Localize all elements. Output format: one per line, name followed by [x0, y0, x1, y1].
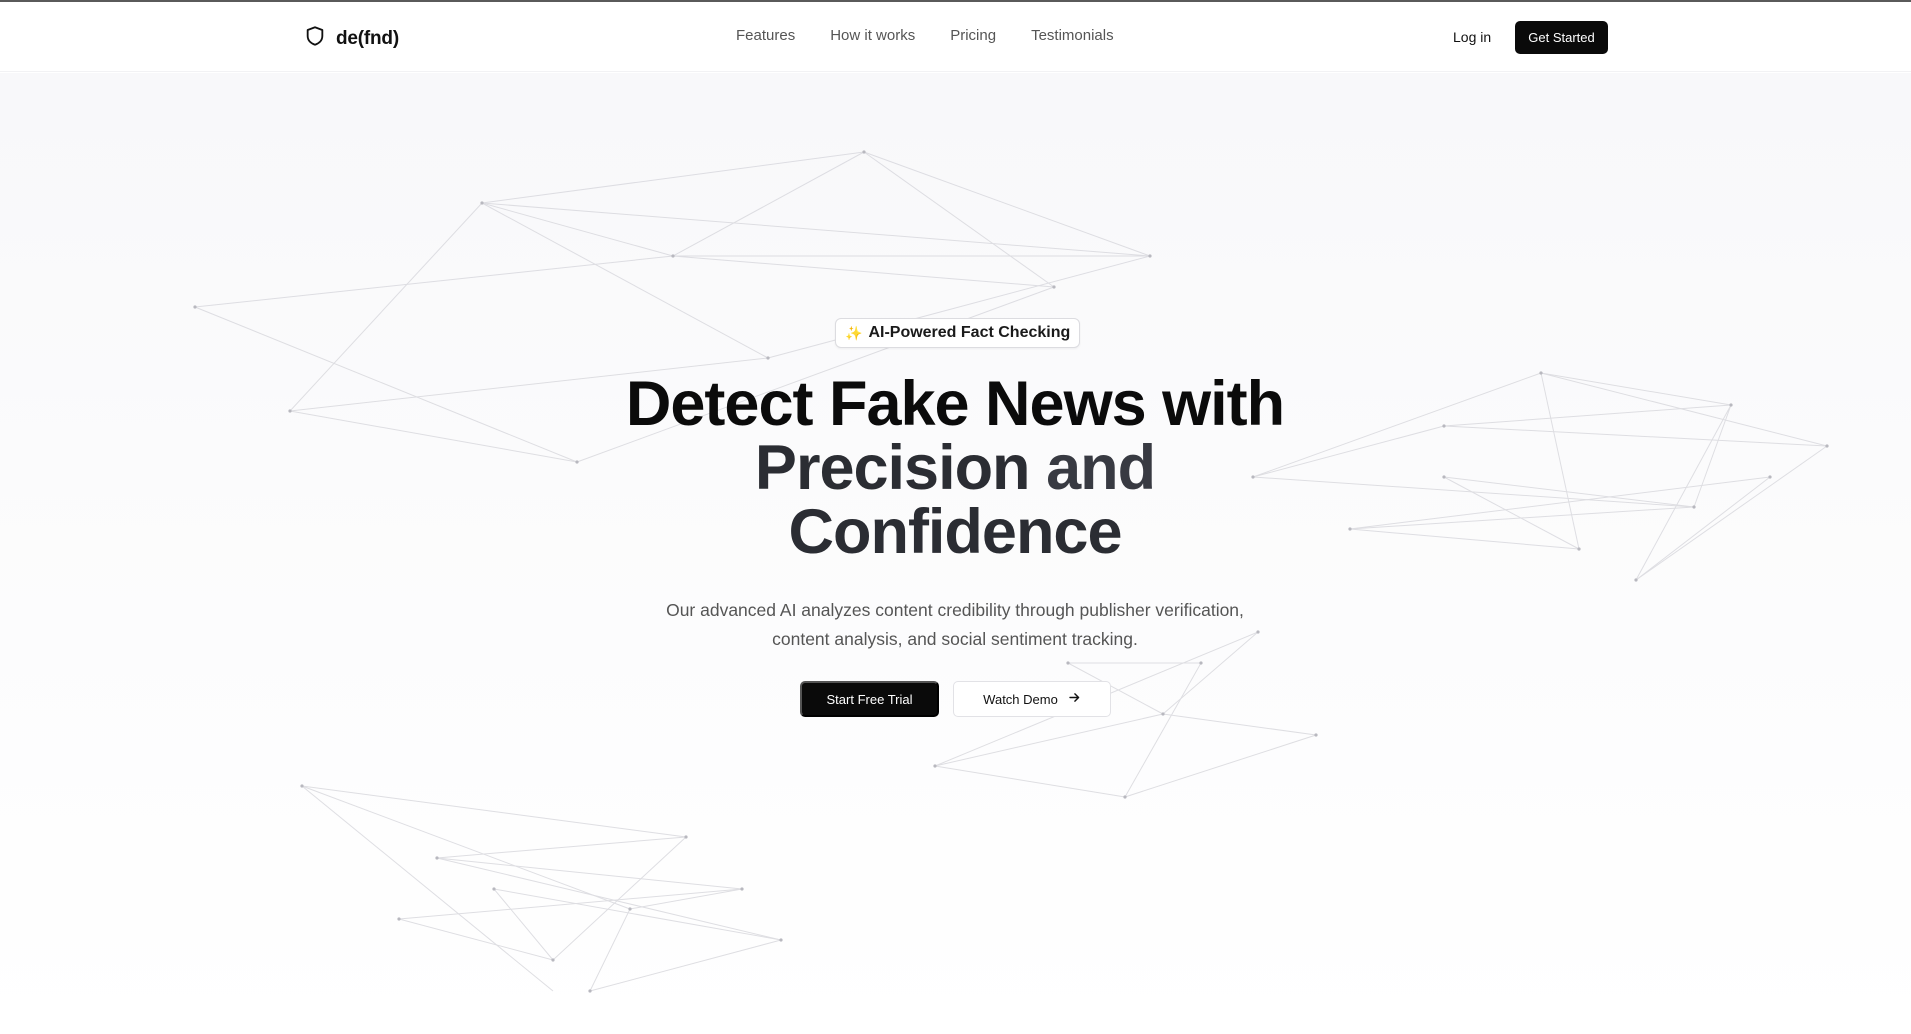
headline-line-3: Confidence: [788, 497, 1122, 567]
login-link[interactable]: Log in: [1453, 29, 1491, 45]
badge-label: AI-Powered Fact Checking: [868, 324, 1071, 341]
shield-icon: [304, 24, 326, 53]
description-line-1: Our advanced AI analyzes content credibi…: [666, 600, 1244, 620]
sparkle-icon: ✨: [845, 324, 863, 341]
nav-link-pricing[interactable]: Pricing: [950, 27, 996, 44]
headline-line-1: Detect Fake News with: [625, 369, 1285, 439]
nav-link-how-it-works[interactable]: How it works: [830, 27, 915, 44]
headline-word-and: and: [1046, 433, 1156, 503]
brand-name: de(fnd): [336, 27, 399, 49]
get-started-button[interactable]: Get Started: [1515, 21, 1608, 54]
top-navigation: de(fnd) Features How it works Pricing Te…: [0, 2, 1911, 72]
headline-line-2: Precision and: [555, 436, 1355, 500]
start-free-trial-button[interactable]: Start Free Trial: [800, 681, 939, 717]
watch-demo-label: Watch Demo: [983, 691, 1058, 707]
headline-word-precision: Precision: [754, 433, 1031, 503]
nav-links: Features How it works Pricing Testimonia…: [736, 27, 1114, 44]
nav-link-features[interactable]: Features: [736, 27, 795, 44]
description-line-2: content analysis, and social sentiment t…: [772, 629, 1138, 649]
hero-headline: Detect Fake News with Precision and Conf…: [555, 372, 1355, 564]
arrow-right-icon: [1068, 691, 1081, 707]
hero-description: Our advanced AI analyzes content credibi…: [645, 596, 1265, 654]
nav-link-testimonials[interactable]: Testimonials: [1031, 27, 1114, 44]
feature-badge: ✨ AI-Powered Fact Checking: [835, 318, 1081, 348]
watch-demo-button[interactable]: Watch Demo: [953, 681, 1111, 717]
brand-logo[interactable]: de(fnd): [304, 24, 399, 53]
